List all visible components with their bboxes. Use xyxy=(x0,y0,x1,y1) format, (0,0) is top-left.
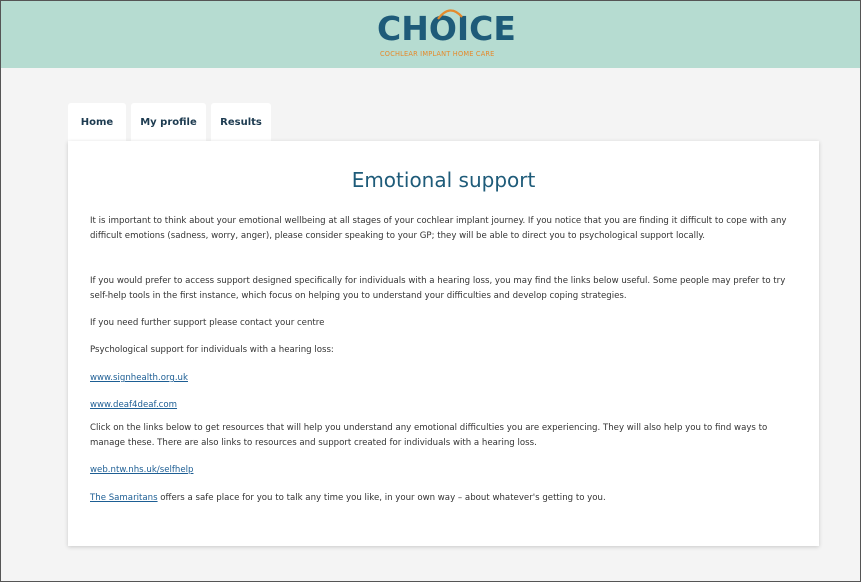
intro-paragraph: It is important to think about your emot… xyxy=(90,216,787,241)
selfhelp-link[interactable]: web.ntw.nhs.uk/selfhelp xyxy=(90,465,193,475)
signhealth-paragraph: www.signhealth.org.uk xyxy=(90,371,802,386)
selfhelp-paragraph: web.ntw.nhs.uk/selfhelp xyxy=(90,463,802,478)
logo-arc-icon xyxy=(437,9,463,20)
resources-paragraph: Click on the links below to get resource… xyxy=(90,423,768,448)
choice-logo[interactable]: CHOICE COCHLEAR IMPLANT HOME CARE xyxy=(377,9,517,65)
samaritans-link[interactable]: The Samaritans xyxy=(90,493,158,503)
deaf4deaf-link[interactable]: www.deaf4deaf.com xyxy=(90,400,177,410)
tab-my-profile[interactable]: My profile xyxy=(131,103,206,141)
deaf4deaf-paragraph: www.deaf4deaf.com xyxy=(90,398,802,413)
contact-centre-text: If you need further support please conta… xyxy=(90,318,325,328)
signhealth-link[interactable]: www.signhealth.org.uk xyxy=(90,373,188,383)
logo-subtitle: COCHLEAR IMPLANT HOME CARE xyxy=(380,50,495,58)
samaritans-description: offers a safe place for you to talk any … xyxy=(157,493,606,503)
page-title: Emotional support xyxy=(351,168,536,192)
tab-home[interactable]: Home xyxy=(68,103,126,141)
content-card: Emotional support It is important to thi… xyxy=(68,141,819,546)
hearing-loss-paragraph: If you would prefer to access support de… xyxy=(90,276,786,301)
samaritans-paragraph: The Samaritans offers a safe place for y… xyxy=(90,491,802,506)
tab-results[interactable]: Results xyxy=(211,103,271,141)
psych-support-heading: Psychological support for individuals wi… xyxy=(90,345,334,355)
site-header: CHOICE COCHLEAR IMPLANT HOME CARE xyxy=(1,1,860,68)
